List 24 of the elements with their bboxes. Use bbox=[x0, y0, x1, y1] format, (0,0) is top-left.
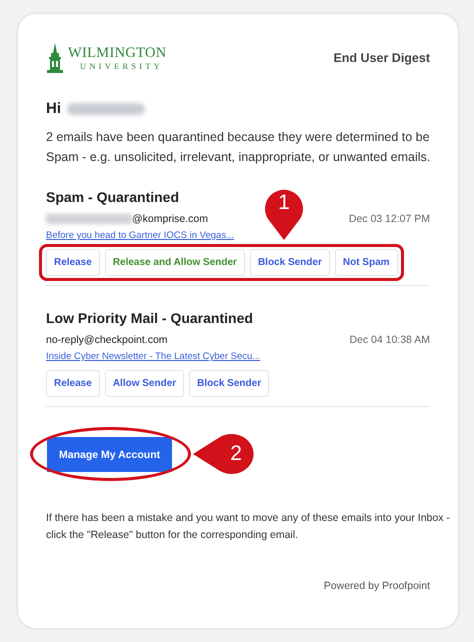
action-button[interactable]: Block Sender bbox=[250, 249, 330, 276]
powered-by-text: Powered by Proofpoint bbox=[322, 580, 430, 592]
digest-title: End User Digest bbox=[333, 51, 430, 65]
action-button[interactable]: Release and Allow Sender bbox=[104, 249, 245, 276]
section-heading: Spam - Quarantined bbox=[46, 189, 180, 205]
sender-address: @komprise.com bbox=[132, 213, 208, 225]
subject-link[interactable]: Before you head to Gartner IOCS in Vegas... bbox=[46, 230, 234, 241]
action-button[interactable]: Release bbox=[46, 370, 100, 397]
intro-text: 2 emails have been quarantined because they were determined to be Spam - e.g. unsolicited, irrelevant, inappropriate, or unwanted emails. bbox=[46, 129, 432, 166]
action-button[interactable]: Release bbox=[46, 249, 100, 276]
sender-address: no-reply@checkpoint.com bbox=[46, 334, 168, 346]
manage-account-button[interactable]: Manage My Account bbox=[47, 437, 172, 472]
action-button[interactable]: Not Spam bbox=[334, 249, 398, 276]
logo-text: WILMINGTON bbox=[68, 46, 167, 60]
building-icon bbox=[46, 43, 64, 73]
greeting: Hi bbox=[46, 100, 61, 117]
action-button[interactable]: Block Sender bbox=[189, 370, 270, 397]
date-text: Dec 04 10:38 AM bbox=[349, 334, 430, 346]
action-button[interactable]: Allow Sender bbox=[104, 370, 184, 397]
section-heading: Low Priority Mail - Quarantined bbox=[46, 310, 253, 326]
footer-note: If there has been a mistake and you want to move any of these emails into your Inbox - click the "Release" button for the corresponding email. bbox=[46, 511, 451, 543]
subject-link[interactable]: Inside Cyber Newsletter - The Latest Cyber Secu... bbox=[46, 351, 260, 362]
date-text: Dec 03 12:07 PM bbox=[348, 213, 430, 225]
logo-subtext: UNIVERSITY bbox=[80, 62, 164, 70]
